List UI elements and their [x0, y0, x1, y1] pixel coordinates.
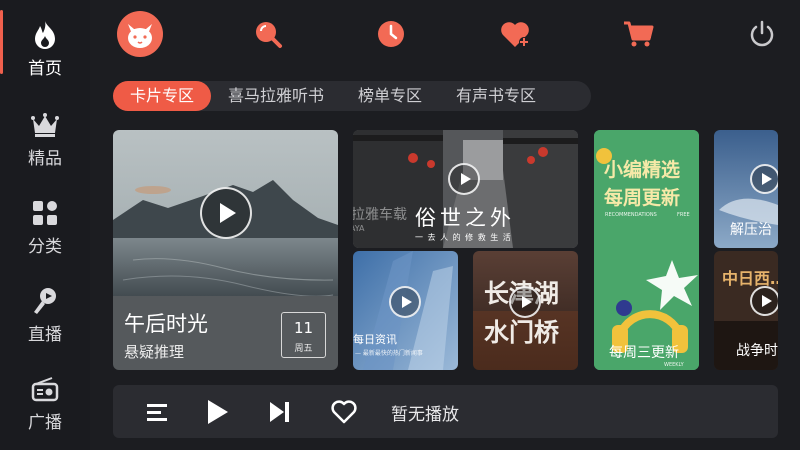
editor-title-line2: 每周更新 — [604, 187, 681, 209]
sidebar-item-premium[interactable]: 精品 — [0, 96, 90, 182]
sidebar-item-live[interactable]: 直播 — [0, 272, 90, 358]
movie-title-line2: 水门桥 — [484, 318, 560, 347]
editor-pick-card[interactable]: 小编精选 每周更新 RECOMMENDATIONS FREE WEEKLY 每周… — [594, 130, 699, 370]
flame-icon — [30, 20, 60, 50]
movie-card[interactable]: 长津湖 水门桥 — [473, 251, 578, 370]
cart-button[interactable] — [621, 17, 655, 51]
play-icon — [761, 173, 772, 185]
news-title: 每日资讯 — [353, 333, 397, 346]
weekly-badge: WEEKLY — [664, 362, 684, 368]
watermark-logo-en: XIMALAYA — [353, 224, 365, 233]
power-icon — [750, 20, 774, 47]
sidebar-item-category[interactable]: 分类 — [0, 184, 90, 270]
next-track-icon — [270, 402, 289, 422]
now-playing-status: 暂无播放 — [391, 405, 459, 425]
sidebar-item-label: 直播 — [28, 324, 62, 345]
mini-player: 暂无播放 — [113, 385, 778, 438]
sidebar-item-label: 分类 — [28, 236, 62, 257]
play-button[interactable] — [509, 286, 541, 318]
street-tagline: 一 去 人 的 修 救 生 活 — [415, 233, 512, 242]
heart-outline-icon — [331, 400, 357, 424]
date-day: 11 — [293, 319, 314, 337]
play-icon — [401, 296, 412, 308]
radio-icon — [30, 374, 60, 404]
date-badge: 11 周五 — [281, 312, 326, 358]
power-button[interactable] — [745, 17, 779, 51]
editor-en-label-2: FREE — [677, 212, 690, 218]
relax-card[interactable]: 解压治 — [714, 130, 778, 248]
favorite-heart-icon — [501, 22, 529, 47]
war-title-hint: 中日西… — [722, 269, 778, 288]
featured-title: 午后时光 — [124, 312, 208, 336]
playlist-button[interactable] — [141, 396, 173, 428]
grid-icon — [30, 198, 60, 228]
microphone-icon — [30, 286, 60, 316]
tab-rankings[interactable]: 榜单专区 — [341, 81, 439, 111]
war-caption: 战争时 — [736, 343, 778, 359]
cat-avatar-icon — [128, 24, 152, 48]
crown-icon — [30, 110, 60, 140]
tab-audio-books-zone[interactable]: 有声书专区 — [439, 81, 553, 111]
favorites-button[interactable] — [498, 17, 532, 51]
play-button[interactable] — [750, 286, 778, 316]
editor-title-line1: 小编精选 — [604, 159, 681, 181]
street-card[interactable]: 喜马拉雅车载 XIMALAYA 俗世之外 一 去 人 的 修 救 生 活 — [353, 130, 578, 248]
play-button[interactable] — [200, 187, 252, 239]
news-card[interactable]: 每日资讯 — 最新最快的热门新闻事 — [353, 251, 458, 370]
editor-caption: 每周三更新 — [609, 345, 679, 361]
sidebar: 首页 精品 分类 直播 广播 — [0, 0, 90, 450]
user-avatar[interactable] — [117, 11, 163, 57]
play-button[interactable] — [750, 164, 778, 194]
play-button[interactable] — [448, 163, 480, 195]
news-subtitle: — 最新最快的热门新闻事 — [355, 350, 423, 357]
next-track-button[interactable] — [263, 396, 295, 428]
play-icon — [208, 400, 228, 424]
playlist-icon — [147, 404, 167, 421]
sidebar-item-radio[interactable]: 广播 — [0, 360, 90, 446]
tab-card-zone[interactable]: 卡片专区 — [113, 81, 212, 111]
category-tabs: 卡片专区 喜马拉雅听书 榜单专区 有声书专区 — [113, 81, 591, 111]
sidebar-item-label: 首页 — [28, 58, 62, 79]
sidebar-item-home[interactable]: 首页 — [0, 6, 90, 92]
play-pause-button[interactable] — [201, 396, 233, 428]
date-weekday: 周五 — [294, 344, 313, 354]
play-button[interactable] — [389, 286, 421, 318]
play-icon — [521, 296, 532, 308]
play-icon — [220, 203, 236, 223]
search-icon — [256, 22, 282, 48]
play-icon — [460, 173, 471, 185]
watermark-logo: 喜马拉雅车载 — [353, 207, 407, 223]
featured-subtitle: 悬疑推理 — [124, 343, 185, 361]
street-title: 俗世之外 — [415, 206, 515, 230]
featured-card[interactable]: 午后时光 悬疑推理 11 周五 — [113, 130, 338, 370]
like-button[interactable] — [328, 396, 360, 428]
sidebar-item-label: 精品 — [28, 148, 62, 169]
search-button[interactable] — [251, 17, 285, 51]
tab-audiobooks[interactable]: 喜马拉雅听书 — [211, 81, 341, 111]
history-clock-icon — [378, 21, 404, 47]
sidebar-item-label: 广播 — [28, 412, 62, 433]
editor-en-label: RECOMMENDATIONS — [605, 212, 657, 218]
play-icon — [761, 295, 772, 307]
featured-card-info: 午后时光 悬疑推理 11 周五 — [113, 296, 338, 370]
history-button[interactable] — [374, 17, 408, 51]
relax-caption: 解压治 — [730, 222, 772, 238]
cart-icon — [624, 21, 654, 47]
war-card[interactable]: 中日西… 战争时 — [714, 251, 778, 370]
